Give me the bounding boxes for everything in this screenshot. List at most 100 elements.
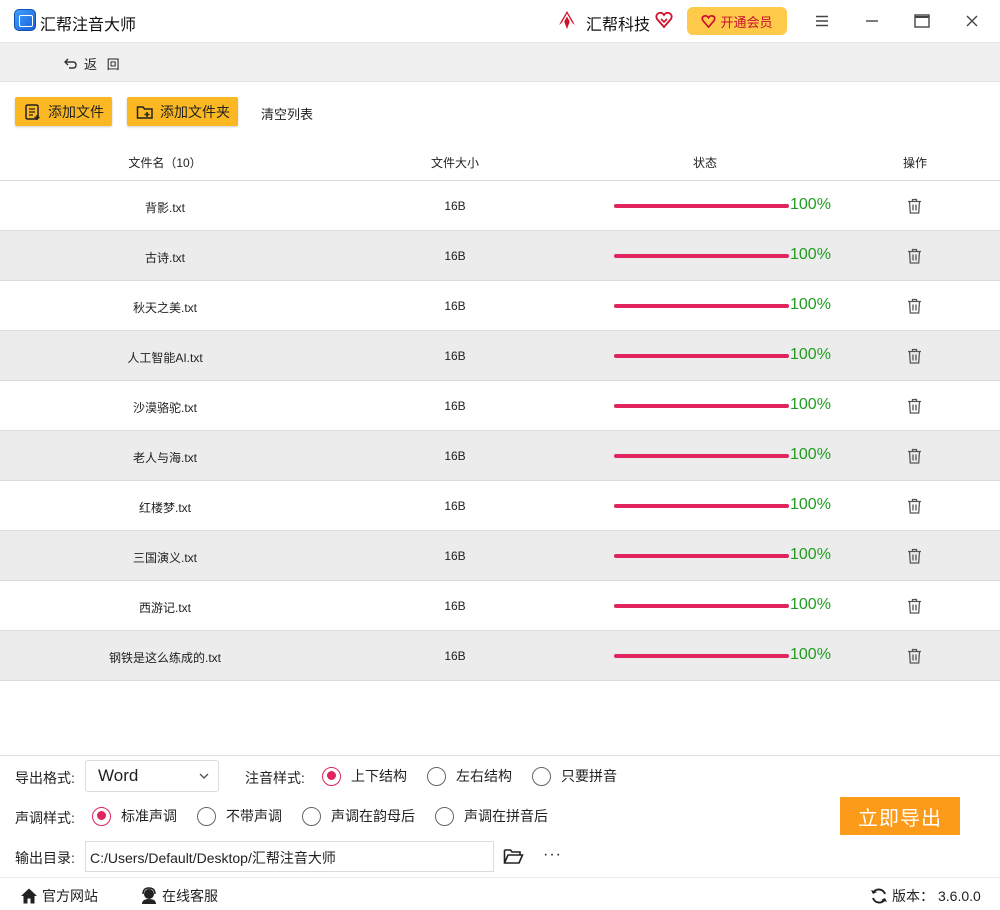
radio-tone-none[interactable]: 不带声调 — [197, 806, 282, 826]
radio-annotation-left-right[interactable]: 左右结构 — [427, 766, 512, 786]
format-select[interactable]: Word — [85, 760, 219, 792]
column-header-size: 文件大小 — [430, 156, 480, 170]
radio-unselected-icon — [532, 766, 551, 786]
progress-bar — [614, 204, 789, 208]
delete-icon[interactable] — [907, 348, 922, 364]
add-folder-button[interactable]: 添加文件夹 — [127, 97, 238, 126]
minimize-icon — [866, 20, 878, 22]
refresh-icon — [871, 888, 887, 904]
version-label: 版本： — [892, 888, 934, 904]
radio-tone-standard[interactable]: 标准声调 — [92, 806, 177, 826]
online-support-label: 在线客服 — [162, 888, 218, 904]
folder-open-icon[interactable] — [503, 847, 524, 865]
minimize-button[interactable] — [861, 10, 883, 32]
clear-list-button[interactable]: 清空列表 — [261, 104, 313, 123]
file-name: 三国演义.txt — [132, 551, 198, 565]
delete-icon[interactable] — [907, 548, 922, 564]
add-file-label: 添加文件 — [48, 103, 104, 120]
table-row[interactable]: 沙漠骆驼.txt 16B 100% — [0, 381, 1000, 431]
progress-percent: 100% — [790, 196, 831, 213]
table-row[interactable]: 老人与海.txt 16B 100% — [0, 431, 1000, 481]
close-button[interactable] — [961, 10, 983, 32]
maximize-icon — [914, 14, 930, 28]
add-folder-label: 添加文件夹 — [160, 103, 230, 120]
progress-bar — [614, 354, 789, 358]
file-name: 钢铁是这么练成的.txt — [108, 651, 222, 665]
brand-name: 汇帮科技 — [586, 17, 651, 34]
file-size: 16B — [444, 449, 466, 463]
table-row[interactable]: 红楼梦.txt 16B 100% — [0, 481, 1000, 531]
annotation-style-label: 注音样式: — [245, 770, 305, 786]
maximize-button[interactable] — [911, 10, 933, 32]
radio-label: 只要拼音 — [561, 768, 617, 784]
file-size: 16B — [444, 349, 466, 363]
table-row[interactable]: 背影.txt 16B 100% — [0, 181, 1000, 231]
file-size: 16B — [444, 649, 466, 663]
home-icon — [21, 888, 37, 904]
progress-percent: 100% — [790, 596, 831, 613]
brand-logo-icon — [559, 11, 575, 29]
file-size: 16B — [444, 299, 466, 313]
file-size: 16B — [444, 199, 466, 213]
file-name: 人工智能AI.txt — [127, 351, 203, 365]
radio-annotation-pinyin-only[interactable]: 只要拼音 — [532, 766, 617, 786]
back-arrow-icon — [64, 58, 77, 69]
radio-label: 不带声调 — [226, 808, 282, 824]
file-name: 古诗.txt — [144, 251, 186, 265]
close-icon — [966, 15, 978, 27]
output-path-input[interactable]: C:/Users/Default/Desktop/汇帮注音大师 — [85, 841, 494, 872]
radio-tone-after-final[interactable]: 声调在韵母后 — [302, 806, 415, 826]
online-support-link[interactable]: 在线客服 — [140, 886, 218, 906]
delete-icon[interactable] — [907, 448, 922, 464]
version-info[interactable]: 版本： 3.6.0.0 — [870, 886, 981, 906]
radio-unselected-icon — [435, 806, 454, 826]
title-bar: 汇帮注音大师 汇帮科技 开通会员 — [0, 0, 1000, 42]
format-label: 导出格式: — [15, 770, 75, 786]
diamond-heart-icon — [701, 14, 717, 28]
delete-icon[interactable] — [907, 398, 922, 414]
table-row[interactable]: 钢铁是这么练成的.txt 16B 100% — [0, 631, 1000, 681]
chevron-down-icon — [199, 773, 209, 779]
delete-icon[interactable] — [907, 198, 922, 214]
progress-bar — [614, 304, 789, 308]
radio-annotation-top-bottom[interactable]: 上下结构 — [322, 766, 407, 786]
back-button[interactable]: 返 回 — [63, 54, 123, 73]
progress-bar — [614, 654, 789, 658]
hamburger-menu-icon — [816, 15, 828, 27]
footer-bar: 官方网站 在线客服 版本： 3.6.0.0 — [0, 877, 1000, 910]
progress-bar — [614, 554, 789, 558]
add-file-button[interactable]: 添加文件 — [15, 97, 112, 126]
vip-heart-icon — [655, 11, 673, 29]
progress-bar — [614, 604, 789, 608]
progress-bar — [614, 254, 789, 258]
more-options-button[interactable]: ··· — [543, 846, 562, 864]
vip-button[interactable]: 开通会员 — [687, 7, 787, 35]
radio-unselected-icon — [427, 766, 446, 786]
delete-icon[interactable] — [907, 598, 922, 614]
output-dir-label: 输出目录: — [15, 850, 75, 866]
table-row[interactable]: 秋天之美.txt 16B 100% — [0, 281, 1000, 331]
export-button[interactable]: 立即导出 — [840, 797, 960, 835]
progress-percent: 100% — [790, 396, 831, 413]
progress-percent: 100% — [790, 646, 831, 663]
radio-label: 声调在拼音后 — [464, 808, 548, 824]
delete-icon[interactable] — [907, 648, 922, 664]
progress-percent: 100% — [790, 246, 831, 263]
table-row[interactable]: 西游记.txt 16B 100% — [0, 581, 1000, 631]
table-row[interactable]: 古诗.txt 16B 100% — [0, 231, 1000, 281]
table-row[interactable]: 人工智能AI.txt 16B 100% — [0, 331, 1000, 381]
radio-tone-after-pinyin[interactable]: 声调在拼音后 — [435, 806, 548, 826]
delete-icon[interactable] — [907, 498, 922, 514]
delete-icon[interactable] — [907, 248, 922, 264]
table-row[interactable]: 三国演义.txt 16B 100% — [0, 531, 1000, 581]
delete-icon[interactable] — [907, 298, 922, 314]
progress-bar — [614, 454, 789, 458]
official-website-link[interactable]: 官方网站 — [20, 886, 98, 906]
official-website-label: 官方网站 — [42, 888, 98, 904]
file-size: 16B — [444, 549, 466, 563]
column-header-name: 文件名（10） — [128, 156, 202, 170]
menu-button[interactable] — [811, 10, 833, 32]
file-table-body: 背影.txt 16B 100% 古诗.txt 16B 100% 秋天之美.txt… — [0, 181, 1000, 681]
back-bar: 返 回 — [0, 42, 1000, 82]
radio-selected-icon — [322, 766, 341, 786]
